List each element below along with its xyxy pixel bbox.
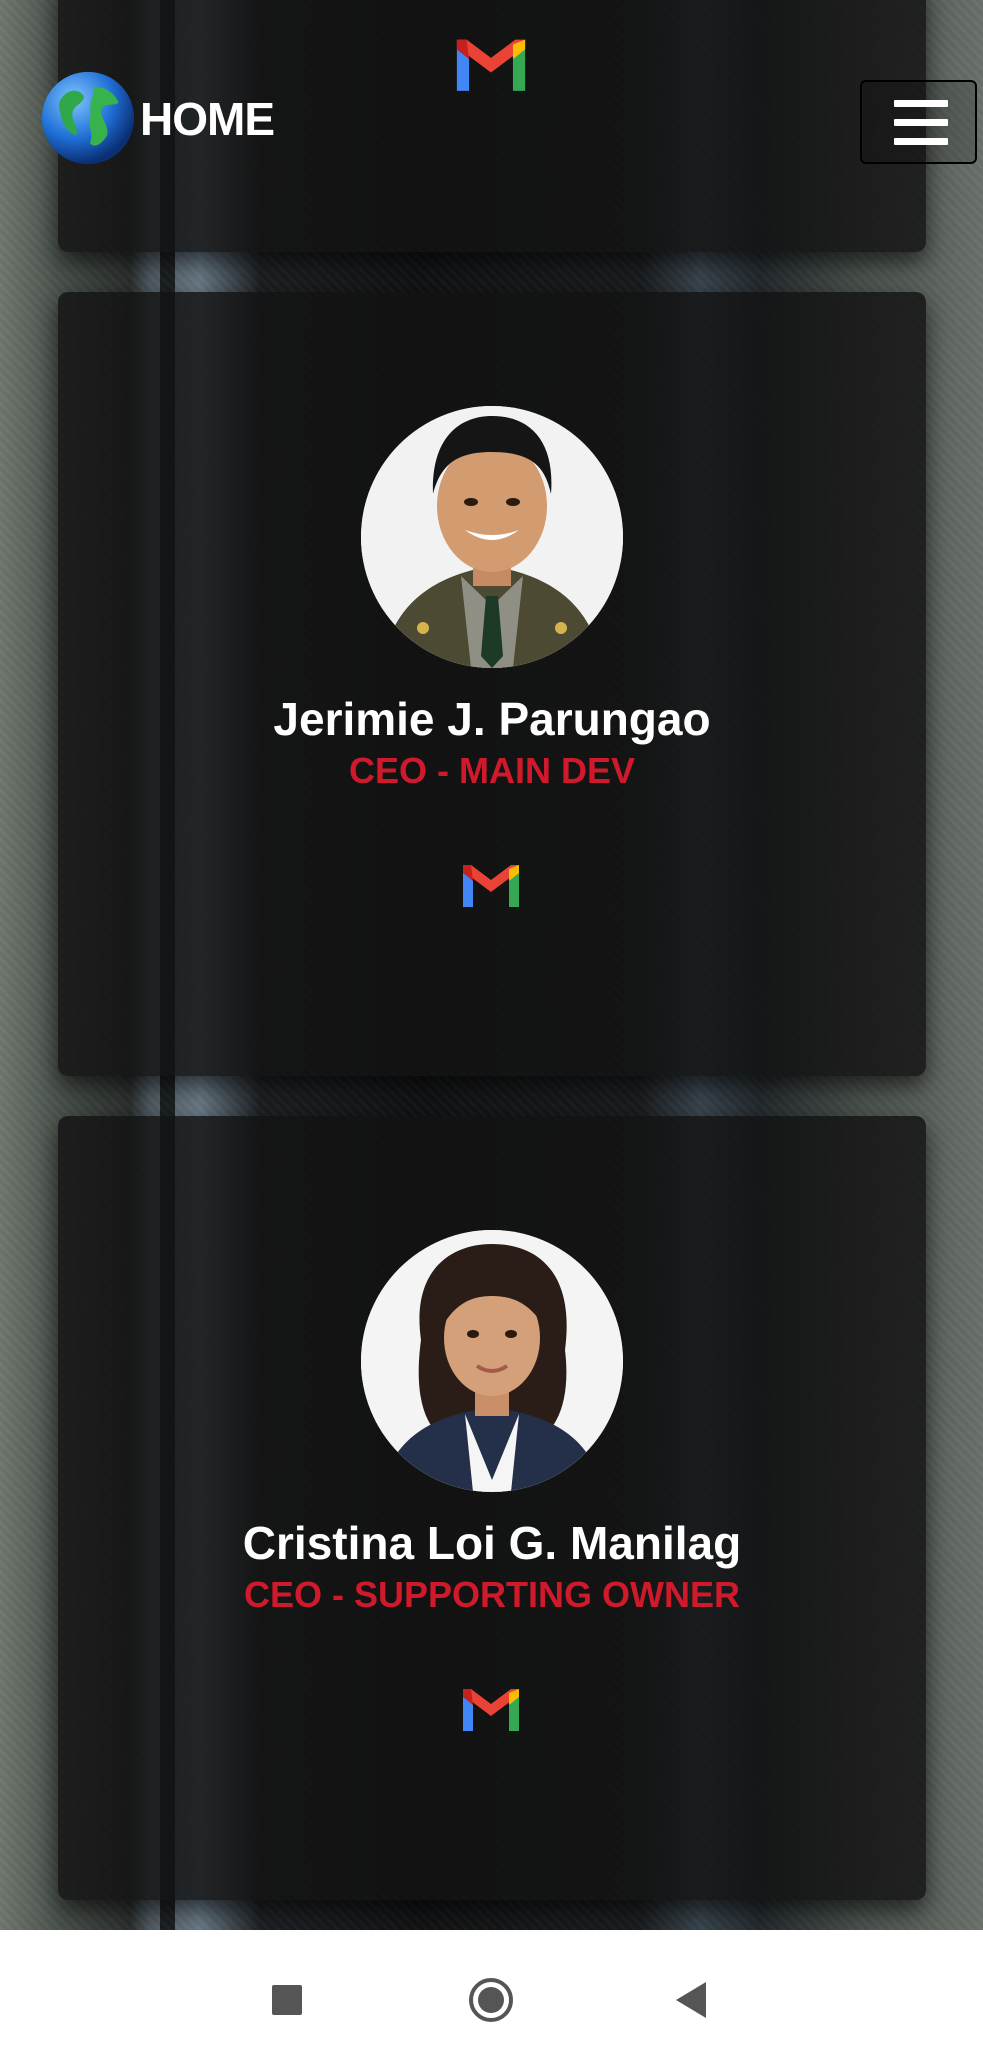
gmail-icon[interactable] <box>459 1684 523 1734</box>
menu-bar <box>894 100 948 107</box>
person-name: Jerimie J. Parungao <box>273 693 711 745</box>
system-navigation-bar <box>0 1930 983 2048</box>
person-photo <box>361 1230 623 1492</box>
person-role: CEO - MAIN DEV <box>348 750 635 791</box>
avatar <box>361 406 623 668</box>
menu-bar <box>894 119 948 126</box>
gmail-icon[interactable] <box>459 860 523 910</box>
team-card: Cristina Loi G. Manilag CEO - SUPPORTING… <box>58 1116 926 1900</box>
globe-icon[interactable] <box>40 70 136 166</box>
header: HOME <box>0 0 983 200</box>
avatar <box>361 1230 623 1492</box>
team-card: Jerimie J. Parungao CEO - MAIN DEV <box>58 292 926 1076</box>
person-role: CEO - SUPPORTING OWNER <box>243 1574 741 1615</box>
back-triangle-icon[interactable] <box>676 1982 706 2018</box>
person-name: Cristina Loi G. Manilag <box>242 1517 742 1569</box>
home-link[interactable]: HOME <box>140 92 275 146</box>
square-icon[interactable] <box>272 1985 302 2015</box>
hamburger-menu-button[interactable] <box>860 80 977 164</box>
gmail-icon[interactable] <box>452 34 530 94</box>
menu-bar <box>894 138 948 145</box>
person-photo <box>361 406 623 668</box>
circle-home-icon[interactable] <box>469 1978 513 2022</box>
